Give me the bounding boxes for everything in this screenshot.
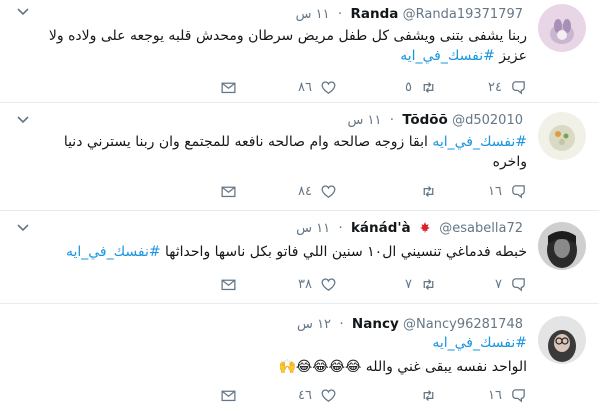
display-name[interactable]: Nancy xyxy=(352,316,399,332)
retweet-icon xyxy=(423,389,434,401)
retweet-count: ٧ xyxy=(405,276,412,292)
reply-count: ٧ xyxy=(495,276,502,292)
avatar[interactable] xyxy=(538,222,586,270)
avatar[interactable] xyxy=(538,112,586,160)
like-count: ٣٨ xyxy=(298,276,312,292)
text-line: #نفسك_في_ايه ابقا زوجه صالحه وام صالحه ن… xyxy=(30,132,527,152)
tweet[interactable]: kánád'à @esabella72 · ١١ س خبطه فدماغي ت… xyxy=(0,211,599,304)
display-name[interactable]: Tõdõõ xyxy=(402,112,447,128)
heart-icon xyxy=(321,277,336,291)
heart-icon xyxy=(321,388,336,402)
timestamp[interactable]: ١١ س xyxy=(296,7,330,22)
tweet[interactable]: Randa @Randa19371797 · ١١ س ربنا يشفى بت… xyxy=(0,0,599,103)
reply-button[interactable]: ٧ xyxy=(495,275,527,293)
username[interactable]: @esabella72 xyxy=(439,221,523,236)
tweet-actions: ٢٤ ٥ ٨٦ xyxy=(207,78,527,98)
direct-message-button[interactable] xyxy=(220,275,237,293)
text-line: عزيز #نفسك_في_ايه xyxy=(30,46,527,66)
tweet-header: Randa @Randa19371797 · ١١ س xyxy=(296,6,527,22)
retweet-button[interactable] xyxy=(412,386,437,404)
like-count: ٨٤ xyxy=(298,183,312,199)
retweet-count: ٥ xyxy=(405,79,412,95)
display-name[interactable]: Randa xyxy=(350,6,398,22)
like-button[interactable]: ٨٤ xyxy=(298,182,337,200)
username[interactable]: @Randa19371797 xyxy=(403,7,523,22)
reply-icon xyxy=(512,184,525,198)
envelope-icon xyxy=(221,279,236,290)
tweet[interactable]: Nancy @Nancy96281748 · ١٢ س #نفسك_في_ايه… xyxy=(0,304,599,408)
separator-dot: · xyxy=(389,112,395,128)
text-line: ربنا يشفى بتنى ويشفى كل طفل مريض سرطان و… xyxy=(48,28,527,44)
like-count: ٤٦ xyxy=(298,387,312,403)
username[interactable]: @Nancy96281748 xyxy=(403,317,523,332)
tweet-actions: ١٦ ٤٦ xyxy=(207,386,527,406)
reply-count: ١٦ xyxy=(488,387,502,403)
text-fragment: خبطه فدماغي تنسيني ال١٠ سنين اللي فاتو ب… xyxy=(160,244,527,260)
direct-message-button[interactable] xyxy=(220,78,237,96)
separator-dot: · xyxy=(337,6,343,22)
retweet-button[interactable] xyxy=(412,182,437,200)
reply-count: ١٦ xyxy=(488,183,502,199)
chevron-down-icon[interactable] xyxy=(16,4,30,18)
timestamp[interactable]: ١١ س xyxy=(348,113,382,128)
heart-icon xyxy=(321,184,336,198)
tweet[interactable]: Tõdõõ @d502010 · ١١ س #نفسك_في_ايه ابقا … xyxy=(0,103,599,211)
retweet-icon xyxy=(423,278,434,290)
hashtag-link[interactable]: #نفسك_في_ايه xyxy=(66,244,161,260)
tweet-actions: ١٦ ٨٤ xyxy=(207,182,527,202)
username[interactable]: @d502010 xyxy=(452,113,523,128)
separator-dot: · xyxy=(338,220,343,236)
envelope-icon xyxy=(221,186,236,197)
like-button[interactable]: ٣٨ xyxy=(298,275,337,293)
reply-count: ٢٤ xyxy=(488,79,502,95)
envelope-icon xyxy=(221,82,236,93)
chevron-down-icon[interactable] xyxy=(16,112,30,126)
avatar[interactable] xyxy=(538,316,586,364)
text-fragment: ابقا زوجه صالحه وام صالحه نافعه للمجتمع … xyxy=(63,134,433,150)
reply-button[interactable]: ٢٤ xyxy=(488,78,527,96)
canada-flag-icon xyxy=(419,222,430,233)
text-line: الواحد نفسه يبقى غني والله 😂😂😂😂🙌 xyxy=(278,359,527,375)
chevron-down-icon[interactable] xyxy=(16,220,30,234)
tweet-text: ربنا يشفى بتنى ويشفى كل طفل مريض سرطان و… xyxy=(30,26,527,66)
text-line: #نفسك_في_ايه xyxy=(30,333,527,353)
tweet-text: خبطه فدماغي تنسيني ال١٠ سنين اللي فاتو ب… xyxy=(30,242,527,262)
reply-button[interactable]: ١٦ xyxy=(488,182,527,200)
text-fragment: عزيز xyxy=(494,48,527,64)
tweet-text: #نفسك_في_ايه الواحد نفسه يبقى غني والله … xyxy=(30,333,527,377)
tweet-actions: ٧ ٧ ٣٨ xyxy=(207,275,527,295)
heart-icon xyxy=(321,80,336,94)
direct-message-button[interactable] xyxy=(220,182,237,200)
hashtag-link[interactable]: #نفسك_في_ايه xyxy=(432,335,527,351)
reply-button[interactable]: ١٦ xyxy=(488,386,527,404)
separator-dot: · xyxy=(339,316,344,332)
reply-icon xyxy=(512,277,525,291)
envelope-icon xyxy=(221,390,236,401)
timestamp[interactable]: ١٢ س xyxy=(297,317,331,332)
display-name[interactable]: kánád'à xyxy=(351,220,411,236)
tweet-header: Tõdõõ @d502010 · ١١ س xyxy=(348,112,528,128)
text-line: واخره xyxy=(492,154,527,170)
like-button[interactable]: ٨٦ xyxy=(298,78,337,96)
tweet-text: #نفسك_في_ايه ابقا زوجه صالحه وام صالحه ن… xyxy=(30,132,527,172)
retweet-button[interactable]: ٥ xyxy=(405,78,437,96)
reply-icon xyxy=(512,388,525,402)
hashtag-link[interactable]: #نفسك_في_ايه xyxy=(400,48,495,64)
reply-icon xyxy=(512,80,525,94)
text-line: خبطه فدماغي تنسيني ال١٠ سنين اللي فاتو ب… xyxy=(30,242,527,262)
retweet-icon xyxy=(423,81,434,93)
tweet-header: Nancy @Nancy96281748 · ١٢ س xyxy=(297,316,527,332)
timestamp[interactable]: ١١ س xyxy=(296,221,330,236)
timeline: Randa @Randa19371797 · ١١ س ربنا يشفى بت… xyxy=(0,0,599,408)
avatar[interactable] xyxy=(538,4,586,52)
retweet-button[interactable]: ٧ xyxy=(405,275,437,293)
like-count: ٨٦ xyxy=(298,79,312,95)
hashtag-link[interactable]: #نفسك_في_ايه xyxy=(432,134,527,150)
direct-message-button[interactable] xyxy=(220,386,237,404)
tweet-header: kánád'à @esabella72 · ١١ س xyxy=(296,220,527,236)
like-button[interactable]: ٤٦ xyxy=(298,386,337,404)
retweet-icon xyxy=(423,185,434,197)
